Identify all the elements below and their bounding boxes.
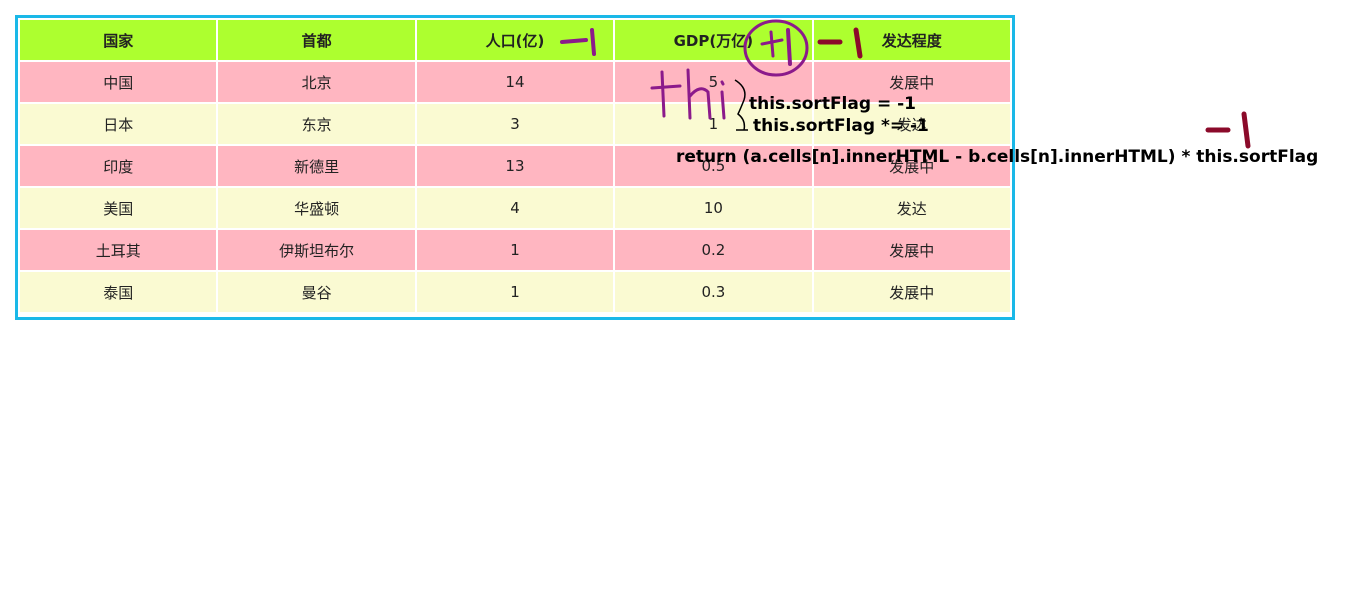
cell-capital: 华盛顿 [218, 188, 415, 228]
ink-minus-one-right [1205, 111, 1251, 149]
header-gdp[interactable]: GDP(万亿) [615, 20, 812, 60]
cell-country: 泰国 [20, 272, 217, 312]
annotation-sortflag-init: this.sortFlag = -1 [749, 94, 916, 114]
cell-population: 1 [416, 230, 614, 270]
cell-gdp: 0.2 [615, 230, 812, 270]
cell-capital: 新德里 [218, 146, 415, 186]
table-row: 美国 华盛顿 4 10 发达 [20, 188, 1010, 228]
cell-development: 发展中 [813, 272, 1010, 312]
cell-country: 印度 [20, 146, 217, 186]
cell-capital: 东京 [218, 104, 415, 144]
annotation-return-statement: return (a.cells[n].innerHTML - b.cells[n… [676, 147, 1319, 167]
cell-gdp: 0.3 [615, 272, 812, 312]
cell-population: 14 [416, 62, 614, 102]
table-row: 泰国 曼谷 1 0.3 发展中 [20, 272, 1010, 312]
cell-country: 土耳其 [20, 230, 217, 270]
cell-country: 中国 [20, 62, 217, 102]
table-header-row: 国家 首都 人口(亿) GDP(万亿) 发达程度 [20, 20, 1010, 60]
cell-development: 发达 [813, 188, 1010, 228]
table-row: 土耳其 伊斯坦布尔 1 0.2 发展中 [20, 230, 1010, 270]
cell-population: 13 [416, 146, 614, 186]
header-development[interactable]: 发达程度 [813, 20, 1010, 60]
cell-capital: 北京 [218, 62, 415, 102]
cell-population: 1 [416, 272, 614, 312]
cell-population: 3 [416, 104, 614, 144]
annotation-sortflag-toggle: this.sortFlag *= -1 [753, 116, 929, 136]
header-population[interactable]: 人口(亿) [416, 20, 614, 60]
cell-capital: 伊斯坦布尔 [218, 230, 415, 270]
country-table-frame: 国家 首都 人口(亿) GDP(万亿) 发达程度 中国 北京 14 5 发展中 … [15, 15, 1015, 320]
header-capital[interactable]: 首都 [218, 20, 415, 60]
header-country[interactable]: 国家 [20, 20, 217, 60]
cell-country: 美国 [20, 188, 217, 228]
cell-capital: 曼谷 [218, 272, 415, 312]
cell-population: 4 [416, 188, 614, 228]
cell-gdp: 10 [615, 188, 812, 228]
cell-development: 发展中 [813, 230, 1010, 270]
cell-country: 日本 [20, 104, 217, 144]
screen: 国家 首都 人口(亿) GDP(万亿) 发达程度 中国 北京 14 5 发展中 … [0, 0, 1360, 591]
